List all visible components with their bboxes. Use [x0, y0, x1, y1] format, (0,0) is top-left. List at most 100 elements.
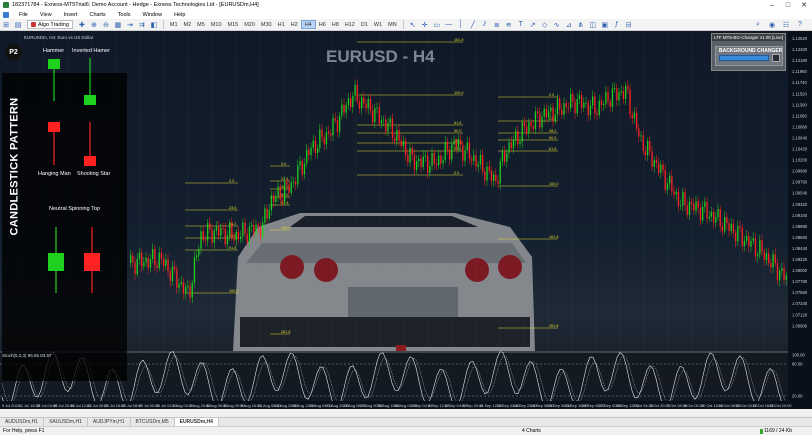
- candle-body: [761, 240, 763, 252]
- new-chart-icon[interactable]: ⊞: [1, 20, 11, 29]
- menu-insert[interactable]: Insert: [58, 12, 84, 18]
- help-icon[interactable]: ?: [795, 20, 805, 29]
- fib-level-label: 0.0: [229, 179, 234, 183]
- candle-body: [576, 98, 578, 114]
- candle-body: [545, 108, 548, 118]
- search-icon[interactable]: ⌕: [753, 20, 763, 29]
- plugin-header: LTF MT5-BG-Changer v1.00 [Live]: [712, 34, 785, 41]
- horizontal-line-icon[interactable]: ―: [444, 20, 454, 29]
- arrow-tool-icon[interactable]: ↗: [528, 20, 538, 29]
- candle-body: [779, 270, 781, 281]
- cursor-icon[interactable]: ↖: [408, 20, 418, 29]
- tf-button[interactable]: M5: [194, 20, 208, 29]
- objects-icon[interactable]: ◫: [588, 20, 598, 29]
- rectangle-icon[interactable]: ▭: [432, 20, 442, 29]
- zoom-in-icon[interactable]: ⊕: [89, 20, 99, 29]
- time-tick-label: 9 Jul 2024: [2, 403, 21, 408]
- tf-button[interactable]: M2: [181, 20, 195, 29]
- menu-window[interactable]: Window: [137, 12, 169, 18]
- chart-tab[interactable]: XAUUSDm,H1: [44, 418, 88, 426]
- account-icon[interactable]: ◉: [767, 20, 777, 29]
- candle-body: [251, 225, 253, 227]
- text-tool-icon[interactable]: T: [516, 20, 526, 29]
- candle-body: [240, 236, 242, 240]
- candle-body: [431, 152, 433, 167]
- layout-icon[interactable]: ⊟: [624, 20, 634, 29]
- tf-button[interactable]: M15: [225, 20, 242, 29]
- fib-level-label: 100.0: [229, 289, 239, 293]
- new-order-icon[interactable]: ✚: [77, 20, 87, 29]
- menu-file[interactable]: File: [13, 12, 34, 18]
- minimize-icon[interactable]: –: [764, 0, 780, 10]
- candle-body: [281, 199, 284, 202]
- screenshot-icon[interactable]: ◧: [149, 20, 159, 29]
- menu-help[interactable]: Help: [168, 12, 191, 18]
- templates-icon[interactable]: ▣: [600, 20, 610, 29]
- tf-button[interactable]: M20: [241, 20, 258, 29]
- price-tick-label: 1.07120: [792, 312, 808, 317]
- candle-body: [165, 259, 167, 266]
- background-changer-panel[interactable]: LTF MT5-BG-Changer v1.00 [Live] BACKGROU…: [711, 33, 786, 71]
- trendline-icon[interactable]: ╱: [468, 20, 478, 29]
- tf-button[interactable]: H8: [329, 20, 342, 29]
- candle-body: [303, 163, 306, 175]
- shooting-star-candle-icon: [84, 122, 96, 166]
- candle-body: [400, 140, 402, 147]
- tile-windows-icon[interactable]: ▦: [113, 20, 123, 29]
- indicators-icon[interactable]: ƒ: [612, 20, 622, 29]
- pitchfork-icon[interactable]: ⋔: [576, 20, 586, 29]
- tf-button[interactable]: M30: [258, 20, 275, 29]
- candle-body: [585, 102, 587, 104]
- elliott-icon[interactable]: ∿: [552, 20, 562, 29]
- candle-body: [149, 259, 152, 268]
- candle-body: [154, 249, 156, 266]
- vertical-line-icon[interactable]: │: [456, 20, 466, 29]
- chart-tab-active[interactable]: EURUSDm,H4: [174, 418, 219, 426]
- hanging-man-candle-icon: [48, 122, 60, 165]
- close-icon[interactable]: ✕: [796, 0, 812, 10]
- shapes-icon[interactable]: ◇: [540, 20, 550, 29]
- tf-button[interactable]: MN: [385, 20, 400, 29]
- candle-body: [321, 129, 323, 138]
- signals-icon[interactable]: ☷: [781, 20, 791, 29]
- candle-body: [741, 227, 743, 246]
- tf-button[interactable]: D1: [358, 20, 371, 29]
- tf-button[interactable]: H6: [316, 20, 329, 29]
- crosshair-icon[interactable]: ✛: [420, 20, 430, 29]
- fibonacci-icon[interactable]: ≣: [492, 20, 502, 29]
- gann-icon[interactable]: ⊿: [564, 20, 574, 29]
- menu-view[interactable]: View: [34, 12, 58, 18]
- candle-body: [394, 138, 396, 142]
- candle-body: [530, 122, 532, 127]
- candle-body: [622, 91, 625, 99]
- candle-body: [215, 226, 218, 231]
- algo-trading-button[interactable]: Algo Trading: [27, 20, 73, 29]
- fib-level-label: 161.8: [454, 38, 464, 42]
- market-watch-icon[interactable]: ▤: [13, 20, 23, 29]
- candle-body: [537, 111, 539, 113]
- chart-tab[interactable]: AUDJPYm,H1: [88, 418, 131, 426]
- chart-tab[interactable]: AUDUSDm,H1: [0, 418, 45, 426]
- chart-shift-icon[interactable]: ⇥: [125, 20, 135, 29]
- tf-button[interactable]: H2: [288, 20, 301, 29]
- zoom-out-icon[interactable]: ⊖: [101, 20, 111, 29]
- tf-button[interactable]: H1: [275, 20, 288, 29]
- maximize-icon[interactable]: □: [780, 0, 796, 10]
- tf-button[interactable]: H12: [342, 20, 358, 29]
- background-slider[interactable]: [719, 55, 769, 61]
- menu-tools[interactable]: Tools: [112, 12, 137, 18]
- autoscroll-icon[interactable]: ⇉: [137, 20, 147, 29]
- tf-button[interactable]: W1: [371, 20, 385, 29]
- candle-body: [163, 258, 165, 266]
- tf-button[interactable]: M10: [208, 20, 225, 29]
- chart-tab[interactable]: BTCUSDm,M5: [131, 418, 175, 426]
- channel-icon[interactable]: ⫽: [480, 20, 490, 29]
- tf-button[interactable]: M1: [167, 20, 181, 29]
- price-tick-label: 1.10200: [792, 158, 808, 163]
- menu-charts[interactable]: Charts: [83, 12, 111, 18]
- background-toggle-button[interactable]: [772, 54, 780, 62]
- candle-body: [735, 232, 737, 242]
- tf-button-active[interactable]: H4: [300, 20, 316, 29]
- fib-fan-icon[interactable]: ≋: [504, 20, 514, 29]
- candle-body: [625, 85, 627, 99]
